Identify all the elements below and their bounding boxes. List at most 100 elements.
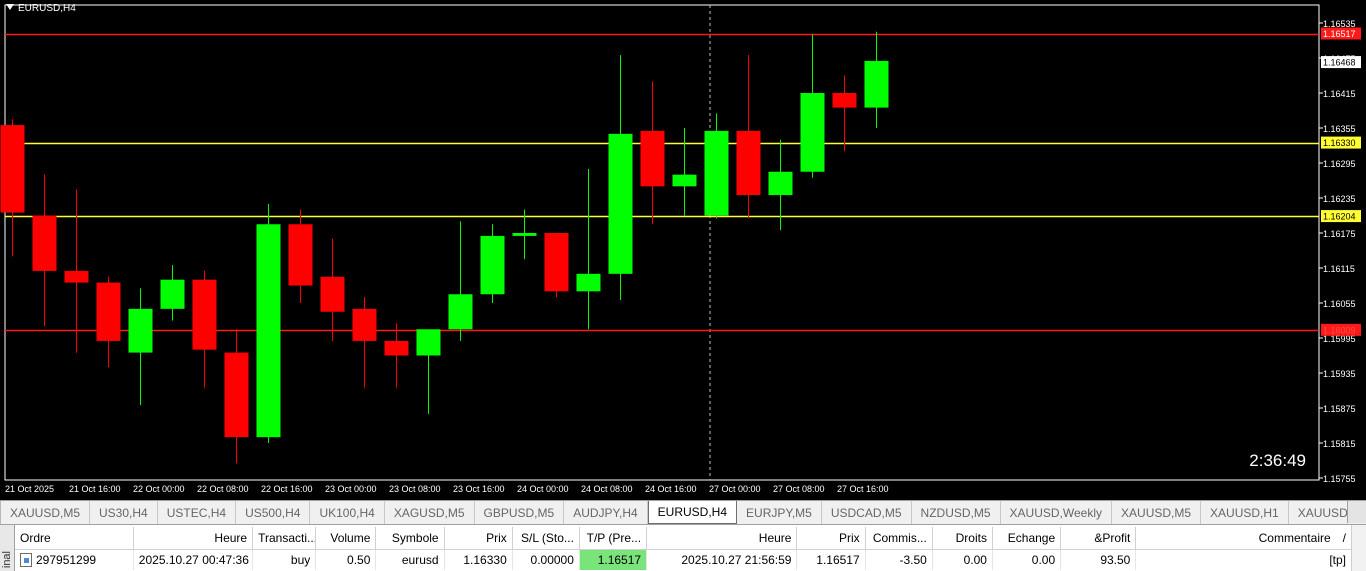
candle-body — [800, 93, 825, 172]
price-label: 1.16415 — [1323, 89, 1356, 99]
candle-body — [512, 233, 537, 236]
chart-title: EURUSD,H4 — [18, 3, 76, 14]
column-header[interactable]: &Profit — [1060, 527, 1137, 550]
chart-tab[interactable]: XAGUSD,M5 — [385, 501, 475, 524]
column-header[interactable]: Prix — [796, 527, 866, 550]
terminal-side-tab[interactable]: inal — [0, 525, 15, 571]
column-header[interactable]: Symbole — [375, 527, 445, 550]
price-label: 1.16115 — [1323, 264, 1355, 274]
cell-profit: 93.50 — [1060, 549, 1137, 570]
candle-body — [32, 215, 57, 271]
chart-tab[interactable]: USTEC,H4 — [158, 501, 237, 524]
time-label: 21 Oct 2025 — [5, 484, 54, 494]
candlestick-chart[interactable]: 1.165351.164751.164151.163551.162951.162… — [0, 0, 1366, 500]
chart-tab[interactable]: EURJPY,M5 — [737, 501, 822, 524]
cell-volume: 0.50 — [315, 549, 377, 570]
candle-body — [736, 130, 761, 196]
chart-tab[interactable]: GBPUSD,M5 — [475, 501, 565, 524]
price-badge-label: 1.16204 — [1323, 212, 1356, 222]
chart-tab[interactable]: XAUUSD,M5 — [1, 501, 91, 524]
column-header[interactable]: T/P (Pre... — [579, 527, 648, 550]
terminal-side-label: inal — [1, 551, 13, 569]
time-label: 27 Oct 00:00 — [709, 484, 761, 494]
cell-prix: 1.16330 — [444, 549, 513, 570]
chart-tab[interactable]: US500,H4 — [236, 501, 311, 524]
column-header[interactable]: S/L (Sto... — [512, 527, 580, 550]
time-label: 23 Oct 00:00 — [325, 484, 377, 494]
candle-body — [576, 273, 601, 292]
time-label: 22 Oct 00:00 — [133, 484, 185, 494]
time-label: 22 Oct 16:00 — [261, 484, 313, 494]
chart-tab[interactable]: XAUUSD,Weekly — [1001, 501, 1113, 524]
price-badge-label: 1.16009 — [1323, 325, 1356, 335]
price-label: 1.16055 — [1323, 299, 1356, 309]
candle-body — [64, 270, 89, 283]
candle-body — [640, 130, 665, 187]
trade-history-table: Ordre Heure Transacti... Volume Symbole Prix S… — [15, 527, 1352, 570]
price-label: 1.16175 — [1323, 229, 1356, 239]
candle-body — [256, 224, 281, 438]
cell-echange: 0.00 — [992, 549, 1062, 570]
cell-prix2: 1.16517 — [796, 549, 866, 570]
column-header[interactable]: Heure — [133, 527, 254, 550]
chart-tab[interactable]: UK100,H4 — [310, 501, 385, 524]
cell-symbole: eurusd — [375, 549, 445, 570]
column-header[interactable]: Transacti... — [252, 527, 317, 550]
price-label: 1.16235 — [1323, 194, 1356, 204]
candle-body — [544, 233, 569, 292]
sort-indicator-icon: / — [1342, 531, 1346, 545]
time-label: 24 Oct 08:00 — [581, 484, 633, 494]
cell-commentaire: [tp] — [1135, 549, 1352, 570]
chart-area[interactable]: 1.165351.164751.164151.163551.162951.162… — [0, 0, 1366, 500]
price-label: 1.15875 — [1323, 404, 1356, 414]
order-id: 297951299 — [36, 552, 97, 567]
chart-menu-caret-icon[interactable] — [6, 4, 14, 10]
time-label: 23 Oct 08:00 — [389, 484, 441, 494]
cell-tp: 1.16517 — [579, 549, 648, 570]
time-label: 27 Oct 16:00 — [837, 484, 889, 494]
candle-body — [288, 224, 313, 286]
time-label: 23 Oct 16:00 — [453, 484, 505, 494]
column-header[interactable]: Prix — [444, 527, 513, 550]
cell-heure: 2025.10.27 00:47:36 — [133, 549, 254, 570]
terminal-scrollbar[interactable] — [1351, 525, 1366, 571]
candle-body — [128, 308, 153, 353]
column-header[interactable]: Commis... — [865, 527, 933, 550]
table-row[interactable]: 297951299 2025.10.27 00:47:36 buy 0.50 eurus… — [15, 549, 1352, 570]
chart-tab[interactable]: US30,H4 — [90, 501, 158, 524]
column-header[interactable]: Droits — [932, 527, 993, 550]
candle-body — [704, 130, 729, 216]
chart-tab[interactable]: AUDJPY,H4 — [564, 501, 648, 524]
chart-tab[interactable]: XAUUSD,H1 — [1201, 501, 1289, 524]
price-label: 1.15815 — [1323, 439, 1356, 449]
cell-sl: 0.00000 — [512, 549, 580, 570]
candle-body — [832, 93, 857, 108]
column-header[interactable]: Heure — [646, 527, 798, 550]
column-header[interactable]: Volume — [315, 527, 377, 550]
time-label: 24 Oct 16:00 — [645, 484, 697, 494]
chart-tab[interactable]: XAUUSD,M5 — [1112, 501, 1202, 524]
chart-tab[interactable]: NZDUSD,M5 — [912, 501, 1001, 524]
time-label: 22 Oct 08:00 — [197, 484, 249, 494]
tabs-scroll-button[interactable] — [1347, 501, 1366, 523]
candle-body — [160, 279, 185, 309]
price-badge-label: 1.16468 — [1323, 58, 1356, 68]
column-header[interactable]: Echange — [992, 527, 1062, 550]
cell-commission: -3.50 — [865, 549, 933, 570]
candle-body — [864, 60, 889, 108]
tabs-list: XAUUSD,M5 US30,H4 USTEC,H4 US500,H4 UK100,H4… — [1, 501, 1366, 524]
candle-body — [320, 276, 345, 312]
column-header[interactable]: Commentaire / — [1135, 527, 1352, 550]
price-badge-label: 1.16517 — [1323, 29, 1356, 39]
price-badge-label: 1.16330 — [1323, 138, 1356, 148]
price-label: 1.16355 — [1323, 124, 1356, 134]
candle-body — [448, 294, 473, 330]
candle-body — [352, 308, 377, 341]
chart-tab[interactable]: USDCAD,M5 — [822, 501, 912, 524]
candle-body — [192, 279, 217, 350]
chart-tab[interactable]: EURUSD,H4 — [647, 501, 738, 524]
candle-body — [0, 125, 25, 213]
order-icon — [20, 553, 32, 568]
plot-frame — [4, 4, 1320, 481]
column-header[interactable]: Ordre — [15, 527, 134, 550]
